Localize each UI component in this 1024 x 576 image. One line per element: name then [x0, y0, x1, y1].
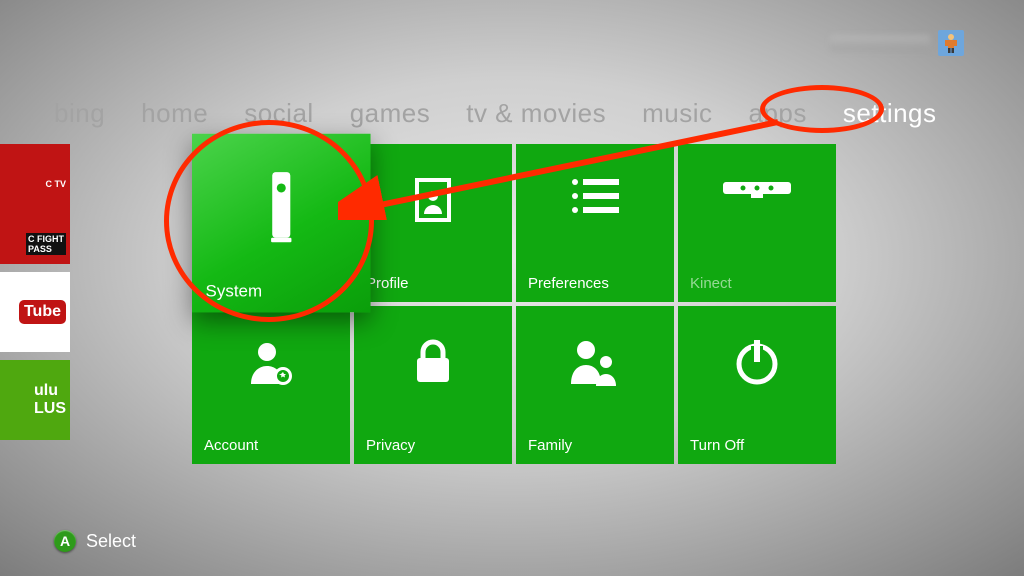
tile-label: Privacy [366, 437, 500, 454]
tile-kinect[interactable]: Kinect [678, 144, 836, 302]
tile-turn-off[interactable]: Turn Off [678, 306, 836, 464]
side-tile-ufc-fightpass[interactable]: C FIGHTPASS [0, 224, 70, 264]
tile-label: Profile [366, 275, 500, 292]
kinect-icon [678, 176, 836, 200]
side-tile-label2: LUS [34, 400, 66, 417]
a-button-icon: A [54, 530, 76, 552]
privacy-icon [354, 338, 512, 386]
console-icon [192, 170, 371, 245]
nav-item-bing[interactable]: bing [54, 98, 105, 129]
nav-item-settings[interactable]: settings [843, 98, 937, 129]
tile-profile[interactable]: Profile [354, 144, 512, 302]
top-nav: bing home social games tv & movies music… [54, 98, 1024, 129]
side-tile-ufc-tv[interactable]: C TV [0, 144, 70, 224]
side-tile-label2: PASS [28, 244, 52, 254]
avatar-figure-icon [941, 32, 961, 54]
nav-item-tvmovies[interactable]: tv & movies [466, 98, 606, 129]
nav-item-apps[interactable]: apps [749, 98, 807, 129]
hint-label: Select [86, 531, 136, 552]
tile-label: System [206, 282, 357, 301]
button-hint: A Select [54, 530, 136, 552]
side-tile-label: C TV [45, 179, 66, 189]
nav-item-music[interactable]: music [642, 98, 712, 129]
preferences-icon [516, 176, 674, 216]
account-icon [192, 338, 350, 390]
tile-label: Turn Off [690, 437, 824, 454]
side-tile-label: ulu [34, 382, 58, 399]
tile-system[interactable]: System [192, 134, 371, 313]
tile-label: Family [528, 437, 662, 454]
power-icon [678, 338, 836, 386]
profile-strip[interactable] [830, 30, 964, 56]
youtube-icon: Tube [19, 300, 66, 324]
tile-label: Kinect [690, 275, 824, 292]
family-icon [516, 338, 674, 388]
tile-family[interactable]: Family [516, 306, 674, 464]
adjacent-hub-tiles: C TV C FIGHTPASS Tube uluLUS [0, 144, 70, 448]
tile-privacy[interactable]: Privacy [354, 306, 512, 464]
tile-label: Account [204, 437, 338, 454]
settings-tile-grid: System Profile Preferences Kinect Accoun… [192, 144, 836, 464]
side-tile-hulu[interactable]: uluLUS [0, 360, 70, 440]
avatar[interactable] [938, 30, 964, 56]
nav-item-social[interactable]: social [244, 98, 313, 129]
tile-preferences[interactable]: Preferences [516, 144, 674, 302]
gamertag [830, 35, 930, 51]
tile-account[interactable]: Account [192, 306, 350, 464]
profile-icon [354, 176, 512, 224]
nav-item-home[interactable]: home [141, 98, 208, 129]
tile-label: Preferences [528, 275, 662, 292]
nav-item-games[interactable]: games [350, 98, 431, 129]
side-tile-youtube[interactable]: Tube [0, 272, 70, 352]
side-tile-label: C FIGHT [28, 234, 64, 244]
